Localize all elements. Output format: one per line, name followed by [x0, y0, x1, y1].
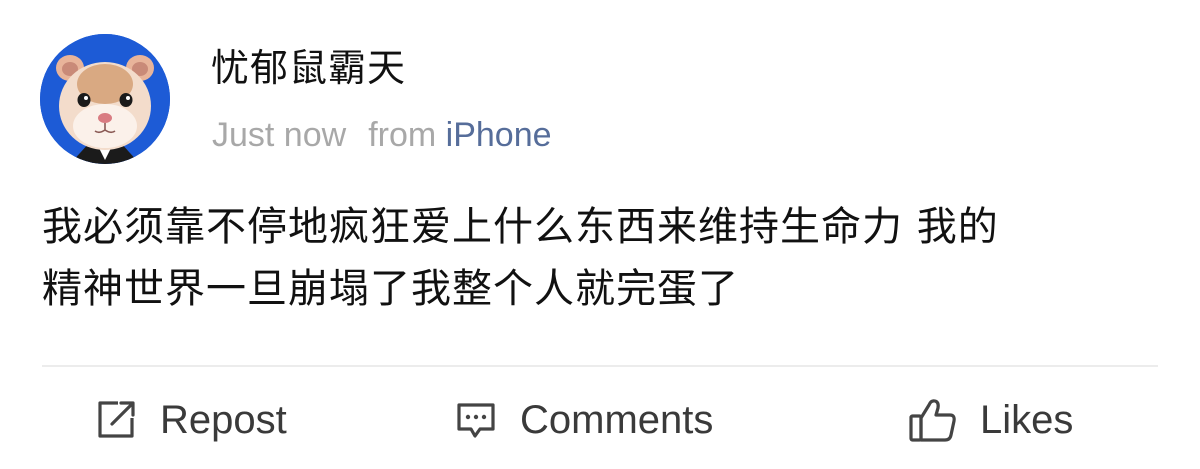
source-link[interactable]: iPhone — [446, 116, 552, 154]
thumbs-up-icon — [908, 397, 958, 443]
likes-label: Likes — [980, 398, 1074, 442]
timestamp: Just now — [212, 116, 347, 154]
post-meta: Just now from iPhone — [212, 112, 552, 158]
repost-icon — [94, 398, 138, 442]
repost-label: Repost — [160, 398, 287, 442]
comment-icon — [454, 398, 498, 442]
username[interactable]: 忧郁鼠霸天 — [211, 44, 406, 92]
comments-label: Comments — [520, 398, 714, 442]
user-avatar[interactable] — [40, 34, 170, 164]
weibo-post-card: 忧郁鼠霸天 Just now from iPhone 我必须靠不停地疯狂爱上什么东… — [0, 0, 1200, 469]
likes-button[interactable]: Likes — [908, 392, 1073, 448]
comments-button[interactable]: Comments — [454, 392, 713, 448]
post-content-line: 我必须靠不停地疯狂爱上什么东西来维持生命力 我的 — [42, 204, 999, 250]
repost-button[interactable]: Repost — [94, 392, 287, 448]
post-content-line: 精神世界一旦崩塌了我整个人就完蛋了 — [42, 266, 739, 312]
divider — [42, 365, 1158, 367]
post-content: 我必须靠不停地疯狂爱上什么东西来维持生命力 我的 精神世界一旦崩塌了我整个人就完… — [42, 196, 1162, 320]
hamster-avatar-image — [40, 34, 170, 164]
from-label: from — [368, 116, 437, 154]
